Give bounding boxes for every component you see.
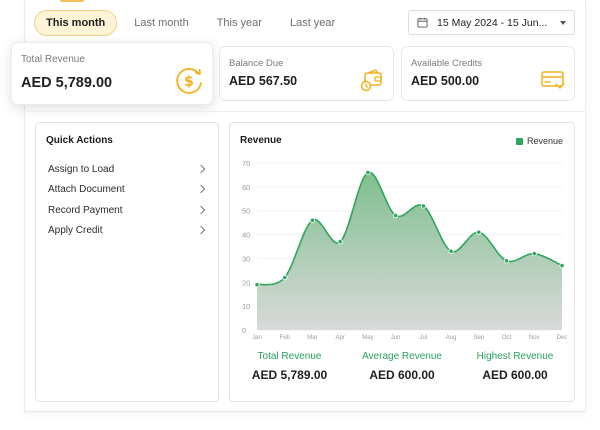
tab-last-month[interactable]: Last month	[123, 10, 199, 36]
data-point	[309, 217, 316, 223]
y-tick-label: 20	[242, 278, 250, 287]
calendar-icon	[417, 17, 428, 28]
wallet-clock-icon	[360, 69, 382, 92]
tab-this-year[interactable]: This year	[206, 10, 273, 36]
quick-action-label: Attach Document	[48, 183, 125, 195]
y-tick-label: 10	[242, 302, 250, 311]
summary-total-revenue-label: Total Revenue	[257, 351, 322, 362]
data-point	[531, 251, 537, 257]
x-tick-label: Oct	[502, 335, 512, 341]
y-tick-label: 50	[242, 207, 250, 216]
data-point	[282, 274, 288, 281]
quick-action-label: Apply Credit	[48, 224, 103, 236]
quick-action-attach-document[interactable]: Attach Document	[48, 180, 208, 198]
available-credits-card[interactable]: Available Credits AED 500.00	[401, 46, 575, 101]
caret-down-icon	[560, 20, 566, 25]
quick-action-assign-to-load[interactable]: Assign to Load	[48, 160, 208, 178]
x-tick-label: Jun	[391, 335, 401, 341]
y-tick-label: 70	[242, 159, 250, 168]
summary-total-revenue-value: AED 5,789.00	[251, 368, 328, 382]
x-tick-label: Jan	[252, 335, 262, 341]
revenue-chart-panel: Revenue Revenue 0 10 20 30 40 50 60 70 Jan Feb Mar…	[229, 122, 575, 402]
summary-highest-revenue: Highest Revenue AED 600.00	[470, 351, 560, 382]
chevron-right-icon	[196, 164, 206, 174]
revenue-area-fill	[257, 172, 562, 330]
data-point	[448, 248, 454, 254]
period-tabs: This month Last month This year Last yea…	[34, 10, 352, 36]
y-tick-label: 30	[242, 254, 250, 263]
chevron-right-icon	[196, 205, 206, 215]
x-tick-label: Nov	[529, 335, 540, 341]
y-tick-label: 0	[242, 326, 246, 335]
summary-average-revenue-label: Average Revenue	[362, 351, 442, 362]
total-revenue-label: Total Revenue	[21, 54, 85, 65]
summary-highest-revenue-label: Highest Revenue	[476, 351, 554, 362]
quick-actions-panel: Quick Actions Assign to Load Attach Docu…	[35, 122, 219, 402]
quick-action-apply-credit[interactable]: Apply Credit	[48, 221, 208, 239]
data-point	[393, 212, 399, 219]
quick-action-record-payment[interactable]: Record Payment	[48, 201, 208, 219]
summary-highest-revenue-value: AED 600.00	[482, 368, 548, 382]
balance-due-label: Balance Due	[229, 58, 284, 69]
credit-card-icon	[541, 71, 565, 89]
date-range-picker[interactable]: 15 May 2024 - 15 Jun...	[408, 10, 575, 35]
available-credits-label: Available Credits	[411, 58, 483, 69]
summary-average-revenue-value: AED 600.00	[369, 368, 435, 382]
data-point	[476, 229, 482, 235]
section-divider	[24, 111, 586, 112]
balance-due-card[interactable]: Balance Due AED 567.50	[219, 46, 394, 101]
data-point	[503, 258, 510, 264]
total-revenue-value: AED 5,789.00	[21, 75, 113, 91]
x-tick-label: Aug	[446, 335, 457, 341]
y-tick-label: 40	[242, 231, 250, 240]
data-point	[420, 203, 426, 209]
x-tick-label: Feb	[280, 335, 291, 341]
revenue-area-chart: 0 10 20 30 40 50 60 70 Jan Feb Mar Apr May Jun Jul Aug S…	[242, 159, 568, 341]
x-tick-label: Dec	[557, 335, 568, 341]
y-tick-label: 60	[242, 183, 250, 192]
tab-this-month[interactable]: This month	[34, 10, 118, 36]
x-tick-label: Jul	[420, 335, 428, 341]
tab-last-year[interactable]: Last year	[279, 10, 346, 36]
x-tick-label: Apr	[336, 335, 345, 341]
quick-action-label: Record Payment	[48, 204, 123, 216]
date-range-text: 15 May 2024 - 15 Jun...	[437, 16, 548, 29]
data-point	[365, 169, 371, 176]
available-credits-value: AED 500.00	[411, 74, 480, 88]
data-point	[337, 239, 343, 245]
chevron-right-icon	[196, 184, 206, 194]
x-tick-label: Sep	[473, 335, 484, 341]
x-tick-label: May	[362, 335, 373, 341]
dollar-cycle-icon: $	[176, 68, 202, 94]
quick-action-label: Assign to Load	[48, 163, 115, 175]
data-point	[254, 282, 260, 288]
svg-text:$: $	[184, 74, 194, 90]
x-tick-label: Mar	[307, 335, 317, 341]
balance-due-value: AED 567.50	[229, 74, 298, 88]
total-revenue-card[interactable]: Total Revenue AED 5,789.00 $	[11, 42, 213, 105]
summary-total-revenue: Total Revenue AED 5,789.00	[247, 351, 332, 382]
quick-actions-title: Quick Actions	[46, 135, 113, 146]
data-point	[559, 262, 565, 269]
summary-average-revenue: Average Revenue AED 600.00	[357, 351, 447, 382]
chevron-right-icon	[196, 225, 206, 235]
scrolled-tab-edge	[60, 0, 84, 2]
